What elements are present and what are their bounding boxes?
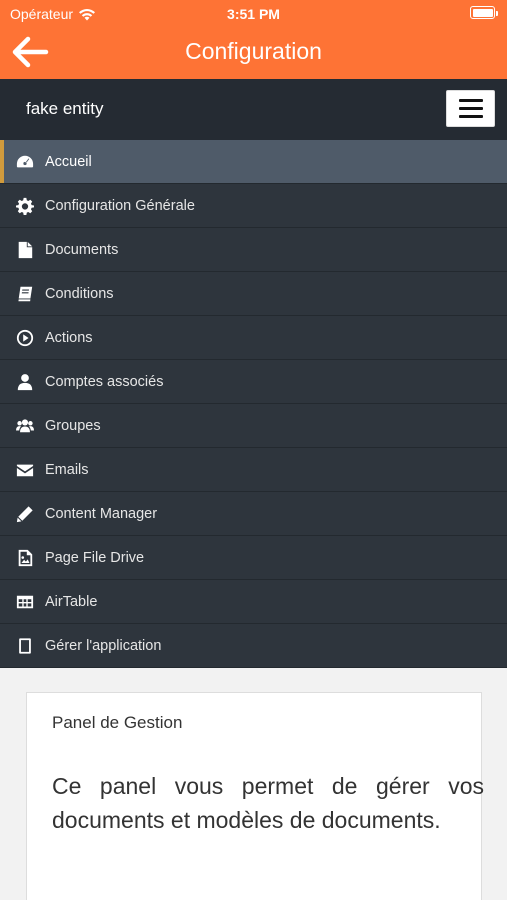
nav-item-groupes[interactable]: Groupes xyxy=(0,404,507,448)
gear-icon xyxy=(15,196,35,216)
nav-item-actions[interactable]: Actions xyxy=(0,316,507,360)
sidebar-nav: Accueil Configuration Générale Documents… xyxy=(0,140,507,668)
page-title: Configuration xyxy=(185,38,322,64)
hamburger-line xyxy=(458,107,483,110)
hamburger-line xyxy=(458,99,483,102)
panel-card: Panel de Gestion Ce panel vous permet de… xyxy=(26,692,484,900)
nav-item-comptes-associes[interactable]: Comptes associés xyxy=(0,360,507,404)
nav-item-label: Comptes associés xyxy=(45,373,164,390)
dashboard-icon xyxy=(15,152,35,172)
top-bar: Opérateur 3:51 PM Configuration xyxy=(0,0,507,79)
nav-item-label: Emails xyxy=(45,461,89,478)
panel-description: Ce panel vous permet de gérer vos docume… xyxy=(52,773,484,833)
battery-icon xyxy=(470,6,498,19)
users-icon xyxy=(15,416,35,436)
nav-item-airtable[interactable]: AirTable xyxy=(0,580,507,624)
nav-item-label: Gérer l'application xyxy=(45,637,162,654)
nav-item-label: Conditions xyxy=(45,285,114,302)
entity-name: fake entity xyxy=(26,99,104,118)
nav-item-accueil[interactable]: Accueil xyxy=(0,140,507,184)
status-time: 3:51 PM xyxy=(227,6,280,22)
envelope-icon xyxy=(15,460,35,480)
nav-item-label: Accueil xyxy=(45,153,92,170)
file-icon xyxy=(15,240,35,260)
nav-item-content-manager[interactable]: Content Manager xyxy=(0,492,507,536)
nav-item-documents[interactable]: Documents xyxy=(0,228,507,272)
user-icon xyxy=(15,372,35,392)
nav-item-gerer-application[interactable]: Gérer l'application xyxy=(0,624,507,668)
entity-bar: fake entity xyxy=(0,79,507,140)
play-circle-icon xyxy=(15,328,35,348)
image-file-icon xyxy=(15,548,35,568)
nav-item-label: Groupes xyxy=(45,417,101,434)
status-bar: Opérateur 3:51 PM xyxy=(0,0,507,28)
hamburger-menu-button[interactable] xyxy=(446,90,495,127)
nav-item-label: Content Manager xyxy=(45,505,158,522)
tablet-icon xyxy=(15,636,35,656)
nav-item-configuration-generale[interactable]: Configuration Générale xyxy=(0,184,507,228)
nav-item-label: AirTable xyxy=(45,593,98,610)
nav-item-label: Configuration Générale xyxy=(45,197,195,214)
table-icon xyxy=(15,592,35,612)
nav-item-label: Page File Drive xyxy=(45,549,145,566)
pencil-icon xyxy=(15,504,35,524)
nav-item-label: Actions xyxy=(45,329,93,346)
panel-title: Panel de Gestion xyxy=(52,713,183,732)
nav-item-conditions[interactable]: Conditions xyxy=(0,272,507,316)
nav-item-page-file-drive[interactable]: Page File Drive xyxy=(0,536,507,580)
nav-item-emails[interactable]: Emails xyxy=(0,448,507,492)
hamburger-line xyxy=(458,115,483,118)
book-icon xyxy=(15,284,35,304)
nav-item-label: Documents xyxy=(45,241,119,258)
